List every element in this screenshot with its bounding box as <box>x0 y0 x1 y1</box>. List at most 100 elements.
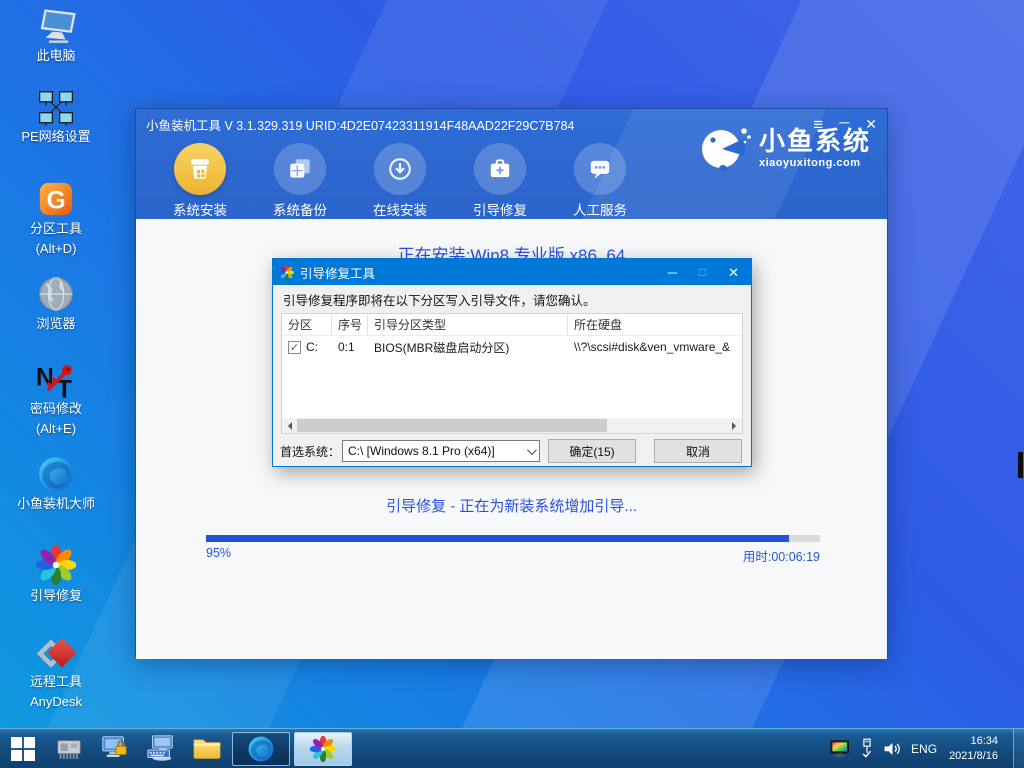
desktop-icon-password-change[interactable]: N T 密码修改 (Alt+E) <box>0 362 112 438</box>
fish-logo-icon <box>699 125 753 171</box>
volume-tray-icon[interactable] <box>883 741 902 757</box>
backup-icon <box>274 143 326 195</box>
taskbar-boot-repair-button[interactable] <box>294 732 352 766</box>
col-header-partition: 分区 <box>282 314 332 335</box>
desktop-icon-label: 远程工具 <box>30 674 82 691</box>
toolbar-item-support[interactable]: 人工服务 <box>550 143 650 219</box>
desktop-icon-pe-network[interactable]: PE网络设置 <box>0 90 112 146</box>
cancel-button[interactable]: 取消 <box>654 439 742 463</box>
progress-area: 95% 用时:00:06:19 <box>206 535 820 565</box>
toolbar-item-label: 人工服务 <box>573 199 627 219</box>
toolbar-item-label: 在线安装 <box>373 199 427 219</box>
desktop-icon-boot-repair[interactable]: 引导修复 <box>0 545 112 605</box>
preferred-system-select[interactable]: C:\ [Windows 8.1 Pro (x64)] <box>342 440 540 462</box>
brand-logo: 小鱼系统 xiaoyuxitong.com <box>699 125 871 171</box>
desktop-icon-label: PE网络设置 <box>21 129 90 146</box>
chat-bubble-icon <box>574 143 626 195</box>
toolbar-item-label: 引导修复 <box>473 199 527 219</box>
pinwheel-icon <box>279 265 294 280</box>
ok-button[interactable]: 确定(15) <box>548 439 636 463</box>
taskbar: ENG 16:34 2021/8/16 <box>0 728 1024 768</box>
taskbar-pc-lock-button[interactable] <box>92 729 138 768</box>
chevron-down-icon <box>527 445 537 455</box>
preferred-system-value: C:\ [Windows 8.1 Pro (x64)] <box>348 444 527 458</box>
globe-icon <box>37 275 75 313</box>
maximize-icon[interactable]: □ <box>699 266 706 278</box>
col-header-index: 序号 <box>332 314 368 335</box>
progress-fill <box>206 535 789 542</box>
blue-swirl-icon <box>37 455 75 493</box>
close-icon[interactable]: ✕ <box>728 266 739 279</box>
nt-password-key-icon: N T <box>36 362 76 398</box>
usb-tray-icon[interactable] <box>860 738 874 758</box>
col-header-disk: 所在硬盘 <box>568 314 742 335</box>
diskgenius-icon: G <box>37 180 75 218</box>
toolbar-item-label: 系统备份 <box>273 199 327 219</box>
partition-table: 分区 序号 引导分区类型 所在硬盘 C: 0:1 BIOS(MBR磁盘启动分区)… <box>281 313 743 434</box>
desktop-icon-label: 密码修改 <box>30 401 82 418</box>
index-cell: 0:1 <box>332 340 368 354</box>
show-desktop-button[interactable] <box>1013 729 1024 768</box>
speaker-icon <box>883 741 902 757</box>
memory-chip-icon <box>54 735 84 761</box>
network-icon <box>36 90 76 126</box>
brand-name: 小鱼系统 <box>759 128 871 154</box>
table-empty-space <box>282 358 742 418</box>
toolbox-icon <box>474 143 526 195</box>
scroll-left-arrow[interactable] <box>282 418 297 433</box>
boot-repair-dialog: 引导修复工具 ─ □ ✕ 引导修复程序即将在以下分区写入引导文件，请您确认。 分… <box>272 258 752 467</box>
partition-cell: C: <box>306 340 318 354</box>
desktop-icon-browser[interactable]: 浏览器 <box>0 275 112 333</box>
progress-percent: 95% <box>206 546 231 565</box>
language-indicator[interactable]: ENG <box>911 742 937 756</box>
desktop-icon-label: 引导修复 <box>30 588 82 605</box>
minimize-icon[interactable]: ─ <box>668 266 677 279</box>
scroll-right-arrow[interactable] <box>727 418 742 433</box>
desktop-icon-label: 分区工具 <box>30 221 82 238</box>
disk-cell: \\?\scsi#disk&ven_vmware_& <box>568 340 742 354</box>
dialog-message: 引导修复程序即将在以下分区写入引导文件，请您确认。 <box>273 285 751 313</box>
toolbar-item-system-backup[interactable]: 系统备份 <box>250 143 350 219</box>
desktop: 此电脑 PE网络设置 G 分区工具 (Alt+D) <box>0 0 1024 768</box>
installer-header: 小鱼装机工具 V 3.1.329.319 URID:4D2E0742331191… <box>136 109 887 219</box>
dialog-footer: 首选系统： C:\ [Windows 8.1 Pro (x64)] 确定(15)… <box>273 434 751 468</box>
toolbar-item-boot-repair[interactable]: 引导修复 <box>450 143 550 219</box>
toolbar-item-online-install[interactable]: 在线安装 <box>350 143 450 219</box>
boot-repair-status-text: 引导修复 - 正在为新装系统增加引导... <box>136 495 887 516</box>
table-row[interactable]: C: 0:1 BIOS(MBR磁盘启动分区) \\?\scsi#disk&ven… <box>282 336 742 358</box>
scrollbar-thumb[interactable] <box>297 419 607 432</box>
desktop-icon-sublabel: AnyDesk <box>30 694 82 711</box>
taskbar-browser-button[interactable] <box>232 732 290 766</box>
progress-bar <box>206 535 820 542</box>
desktop-icon-this-pc[interactable]: 此电脑 <box>0 8 112 65</box>
scrollbar-track[interactable] <box>297 418 727 433</box>
tray-date: 2021/8/16 <box>949 749 998 764</box>
desktop-icon-xiaoyu-master[interactable]: 小鱼装机大师 <box>0 455 112 513</box>
pinwheel-icon <box>36 545 76 585</box>
dialog-title: 引导修复工具 <box>300 263 668 282</box>
download-icon <box>374 143 426 195</box>
folder-icon <box>192 735 222 761</box>
desktop-icon-label: 浏览器 <box>36 316 75 333</box>
desktop-icon-partition-tool[interactable]: G 分区工具 (Alt+D) <box>0 180 112 258</box>
toolbar-item-system-install[interactable]: 系统安装 <box>150 143 250 219</box>
windows-logo-icon <box>11 737 35 761</box>
color-monitor-icon <box>830 740 851 758</box>
partition-checkbox[interactable] <box>288 341 301 354</box>
display-settings-tray-icon[interactable] <box>830 740 851 758</box>
toolbar-item-label: 系统安装 <box>173 199 227 219</box>
taskbar-ramdisk-button[interactable] <box>46 729 92 768</box>
type-cell: BIOS(MBR磁盘启动分区) <box>368 339 568 356</box>
taskbar-keyboard-button[interactable] <box>138 729 184 768</box>
system-tray: ENG 16:34 2021/8/16 <box>830 729 1024 768</box>
col-header-type: 引导分区类型 <box>368 314 568 335</box>
desktop-icon-anydesk[interactable]: 远程工具 AnyDesk <box>0 635 112 711</box>
start-button[interactable] <box>0 729 46 768</box>
computer-icon <box>35 8 77 45</box>
elapsed-time: 用时:00:06:19 <box>743 546 820 565</box>
taskbar-explorer-button[interactable] <box>184 729 230 768</box>
taskbar-clock[interactable]: 16:34 2021/8/16 <box>949 734 998 764</box>
preferred-system-label: 首选系统： <box>280 443 340 460</box>
keyboard-monitor-icon <box>146 734 176 762</box>
usb-device-icon <box>860 738 874 758</box>
